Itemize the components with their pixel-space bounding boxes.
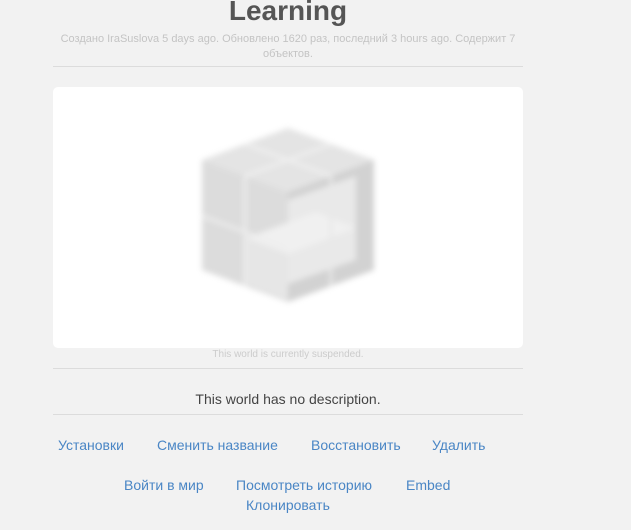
delete-link[interactable]: Удалить xyxy=(432,437,485,453)
restore-link[interactable]: Восстановить xyxy=(311,437,401,453)
world-page: Learning Создано IraSuslova 5 days ago. … xyxy=(0,0,633,530)
world-status: This world is currently suspended. xyxy=(212,349,364,360)
view-history-link[interactable]: Посмотреть историю xyxy=(236,477,372,493)
rename-link[interactable]: Сменить название xyxy=(157,437,278,453)
divider xyxy=(53,66,523,67)
blurred-cube-icon xyxy=(201,128,374,302)
world-title: Learning xyxy=(228,0,348,26)
divider xyxy=(53,414,523,415)
world-meta: Создано IraSuslova 5 days ago. Обновлено… xyxy=(60,33,516,60)
clone-link[interactable]: Клонировать xyxy=(246,497,330,513)
enter-world-link[interactable]: Войти в мир xyxy=(124,477,204,493)
world-description: This world has no description. xyxy=(195,391,381,407)
divider xyxy=(53,368,523,369)
world-preview xyxy=(53,87,523,348)
settings-link[interactable]: Установки xyxy=(58,437,124,453)
embed-link[interactable]: Embed xyxy=(406,477,450,493)
